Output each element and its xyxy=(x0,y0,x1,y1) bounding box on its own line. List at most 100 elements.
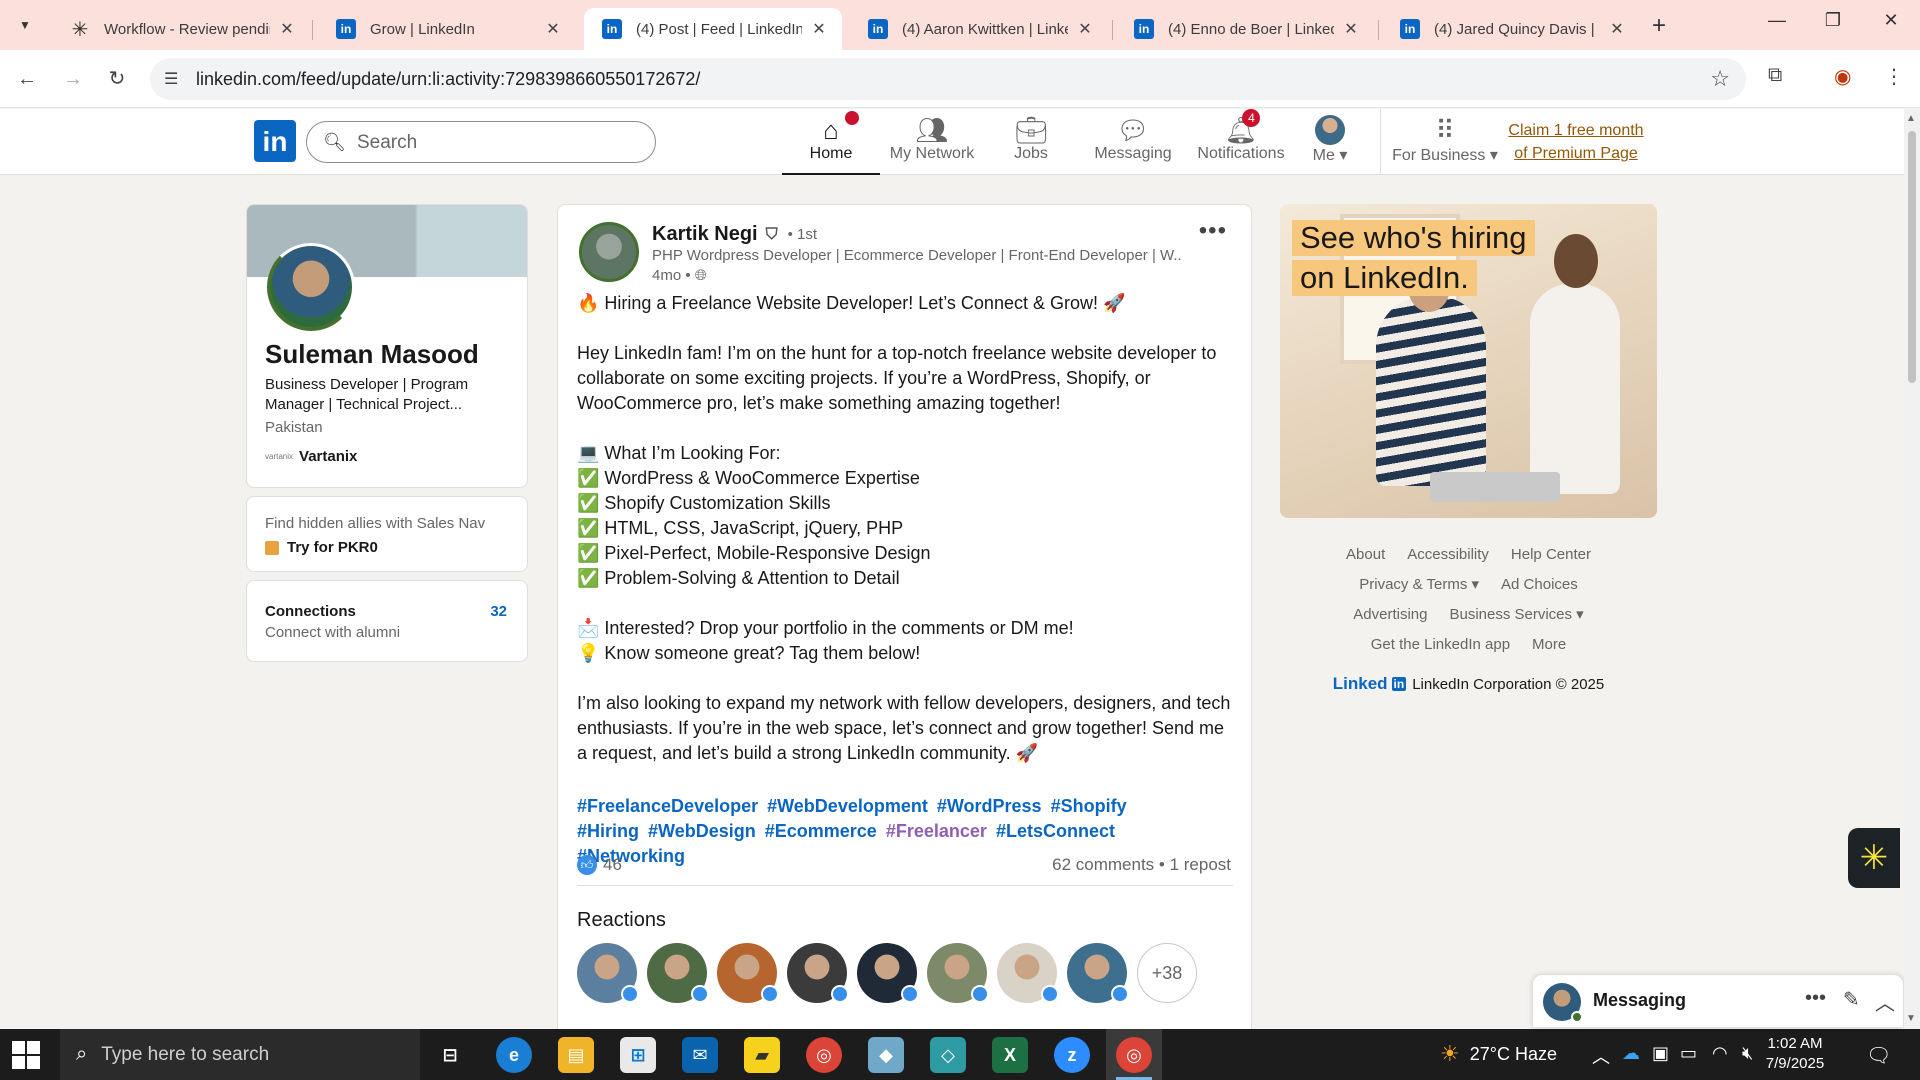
close-icon[interactable]: ✕ xyxy=(1608,19,1626,39)
app-icon[interactable]: ◆ xyxy=(868,1037,904,1073)
more-options-icon[interactable]: ••• xyxy=(1199,217,1227,245)
tab-jared-quincy-davis[interactable]: in (4) Jared Quincy Davis | LinkedIn ✕ xyxy=(1382,8,1640,50)
footer-link[interactable]: More xyxy=(1532,630,1566,660)
more-options-icon[interactable]: ••• xyxy=(1805,987,1826,1010)
hashtag-link[interactable]: #WordPress xyxy=(937,796,1042,816)
sales-nav-card[interactable]: Find hidden allies with Sales Nav Try fo… xyxy=(246,496,528,572)
reactor-avatar[interactable] xyxy=(927,943,989,1003)
comments-reposts-count[interactable]: 62 comments • 1 repost xyxy=(1052,855,1231,875)
nav-jobs[interactable]: 💼︎ Jobs xyxy=(990,115,1072,175)
reaction-summary[interactable]: 👍︎ 46 xyxy=(577,855,622,875)
scroll-thumb[interactable] xyxy=(1908,131,1916,383)
reactor-avatar[interactable] xyxy=(717,943,779,1003)
footer-link[interactable]: Privacy & Terms ▾ xyxy=(1359,570,1479,600)
battery-icon[interactable]: ▭ xyxy=(1680,1043,1697,1064)
tab-aaron-kwittken[interactable]: in (4) Aaron Kwittken | LinkedIn ✕ xyxy=(850,8,1108,50)
profile-name[interactable]: Suleman Masood xyxy=(265,339,479,370)
reload-icon[interactable]: ↻ xyxy=(102,64,132,94)
extensions-puzzle-icon[interactable]: ⧉ xyxy=(1768,64,1782,87)
system-clock[interactable]: 1:02 AM 7/9/2025 xyxy=(1750,1034,1840,1074)
onedrive-cloud-icon[interactable]: ☁ xyxy=(1622,1043,1640,1064)
hashtag-link[interactable]: #Freelancer xyxy=(886,821,987,841)
scroll-down-arrow-icon[interactable]: ▼ xyxy=(1906,1013,1916,1024)
site-settings-icon[interactable]: ☰ xyxy=(164,69,178,89)
nav-me[interactable]: Me ▾ xyxy=(1300,115,1360,175)
reactor-avatar[interactable] xyxy=(787,943,849,1003)
wifi-icon[interactable]: ◠ xyxy=(1712,1043,1728,1064)
tab-grow-linkedin[interactable]: in Grow | LinkedIn ✕ xyxy=(318,8,576,50)
hashtag-link[interactable]: #LetsConnect xyxy=(996,821,1115,841)
connections-card[interactable]: Connections Connect with alumni 32 xyxy=(246,580,528,662)
tab-workflow[interactable]: ✳ Workflow - Review pending ✕ xyxy=(52,8,310,50)
assistant-sparkle-icon[interactable]: ✳ xyxy=(1848,828,1900,888)
new-tab-plus-icon[interactable]: + xyxy=(1652,12,1666,40)
scroll-up-arrow-icon[interactable]: ▲ xyxy=(1906,113,1916,124)
mail-icon[interactable]: ✉ xyxy=(682,1037,718,1073)
hashtag-link[interactable]: #Ecommerce xyxy=(765,821,877,841)
footer-link[interactable]: Ad Choices xyxy=(1501,570,1578,600)
tab-enno-de-boer[interactable]: in (4) Enno de Boer | LinkedIn ✕ xyxy=(1116,8,1374,50)
meet-now-icon[interactable]: ▣ xyxy=(1652,1043,1669,1064)
close-icon[interactable]: ✕ xyxy=(1342,19,1360,39)
footer-link[interactable]: Help Center xyxy=(1511,540,1591,570)
zoom-icon[interactable]: z xyxy=(1054,1037,1090,1073)
premium-offer-link[interactable]: Claim 1 free month of Premium Page xyxy=(1504,119,1648,165)
compose-icon[interactable]: ✎ xyxy=(1843,987,1860,1012)
windows-start-icon[interactable] xyxy=(12,1041,40,1069)
chevron-up-icon[interactable]: ︿ xyxy=(1875,987,1895,1016)
hashtag-link[interactable]: #Hiring xyxy=(577,821,639,841)
action-center-icon[interactable]: 🗨︎ xyxy=(1866,1043,1891,1068)
reactor-avatar[interactable] xyxy=(857,943,919,1003)
app-icon[interactable]: ◇ xyxy=(930,1037,966,1073)
footer-link[interactable]: Accessibility xyxy=(1407,540,1489,570)
footer-link[interactable]: About xyxy=(1346,540,1385,570)
footer-link[interactable]: Get the LinkedIn app xyxy=(1371,630,1510,660)
minimize-icon[interactable]: — xyxy=(1762,10,1792,31)
taskbar-search[interactable]: ⌕ Type here to search xyxy=(60,1029,420,1080)
excel-icon[interactable]: X xyxy=(992,1037,1028,1073)
nav-notifications[interactable]: 🔔︎ 4 Notifications xyxy=(1186,109,1296,175)
author-avatar[interactable] xyxy=(579,222,639,282)
reactor-avatar[interactable] xyxy=(577,943,639,1003)
reactor-avatar[interactable] xyxy=(647,943,709,1003)
tab-post-feed-active[interactable]: in (4) Post | Feed | LinkedIn ✕ xyxy=(584,8,842,50)
chrome-icon[interactable]: ◎ xyxy=(806,1037,842,1073)
tab-search-chevron-icon[interactable]: ▼ xyxy=(12,12,38,38)
browser-menu-icon[interactable]: ⋮ xyxy=(1884,64,1904,89)
url-text[interactable]: linkedin.com/feed/update/urn:li:activity… xyxy=(196,69,700,90)
footer-link[interactable]: Business Services ▾ xyxy=(1449,600,1583,630)
sticky-notes-icon[interactable]: ▰ xyxy=(744,1037,780,1073)
profile-icon[interactable]: ◉ xyxy=(1834,64,1851,89)
hashtag-link[interactable]: #WebDevelopment xyxy=(767,796,928,816)
nav-for-business[interactable]: ⠿ For Business ▾ xyxy=(1388,115,1502,175)
weather-widget[interactable]: ☀ 27°C Haze xyxy=(1440,1041,1557,1067)
search-box[interactable]: 🔍︎ xyxy=(306,121,656,163)
microsoft-store-icon[interactable]: ⊞ xyxy=(620,1037,656,1073)
back-arrow-icon[interactable]: ← xyxy=(12,64,42,94)
address-bar[interactable]: ☰ linkedin.com/feed/update/urn:li:activi… xyxy=(150,58,1746,100)
bookmark-star-icon[interactable]: ☆ xyxy=(1710,66,1730,92)
sales-nav-cta[interactable]: Try for PKR0 xyxy=(265,539,378,556)
file-explorer-icon[interactable]: ▤ xyxy=(558,1037,594,1073)
author-name[interactable]: Kartik Negi xyxy=(652,223,758,246)
close-icon[interactable]: ✕ xyxy=(1076,19,1094,39)
footer-link[interactable]: Advertising xyxy=(1353,600,1427,630)
hashtag-link[interactable]: #Shopify xyxy=(1051,796,1127,816)
close-icon[interactable]: ✕ xyxy=(810,19,828,39)
forward-arrow-icon[interactable]: → xyxy=(58,64,88,94)
hiring-ad[interactable]: See who's hiring on LinkedIn. xyxy=(1280,204,1657,518)
reactor-avatar[interactable] xyxy=(997,943,1059,1003)
hashtag-link[interactable]: #WebDesign xyxy=(648,821,756,841)
chrome-icon[interactable]: ◎ xyxy=(1116,1037,1152,1073)
show-hidden-icons-chevron-icon[interactable]: ︿ xyxy=(1592,1043,1610,1069)
nav-my-network[interactable]: 👥︎ My Network xyxy=(880,115,984,175)
edge-browser-icon[interactable]: e xyxy=(496,1037,532,1073)
restore-icon[interactable]: ❐ xyxy=(1818,10,1848,31)
reactor-avatar[interactable] xyxy=(1067,943,1129,1003)
linkedin-logo[interactable]: in xyxy=(254,120,296,162)
window-close-icon[interactable]: ✕ xyxy=(1876,10,1906,31)
messaging-overlay[interactable]: Messaging ••• ✎ ︿ xyxy=(1532,974,1904,1028)
profile-company[interactable]: vartanix Vartanix xyxy=(265,448,357,465)
hashtag-link[interactable]: #FreelanceDeveloper xyxy=(577,796,758,816)
more-reactors-button[interactable]: +38 xyxy=(1137,943,1197,1003)
